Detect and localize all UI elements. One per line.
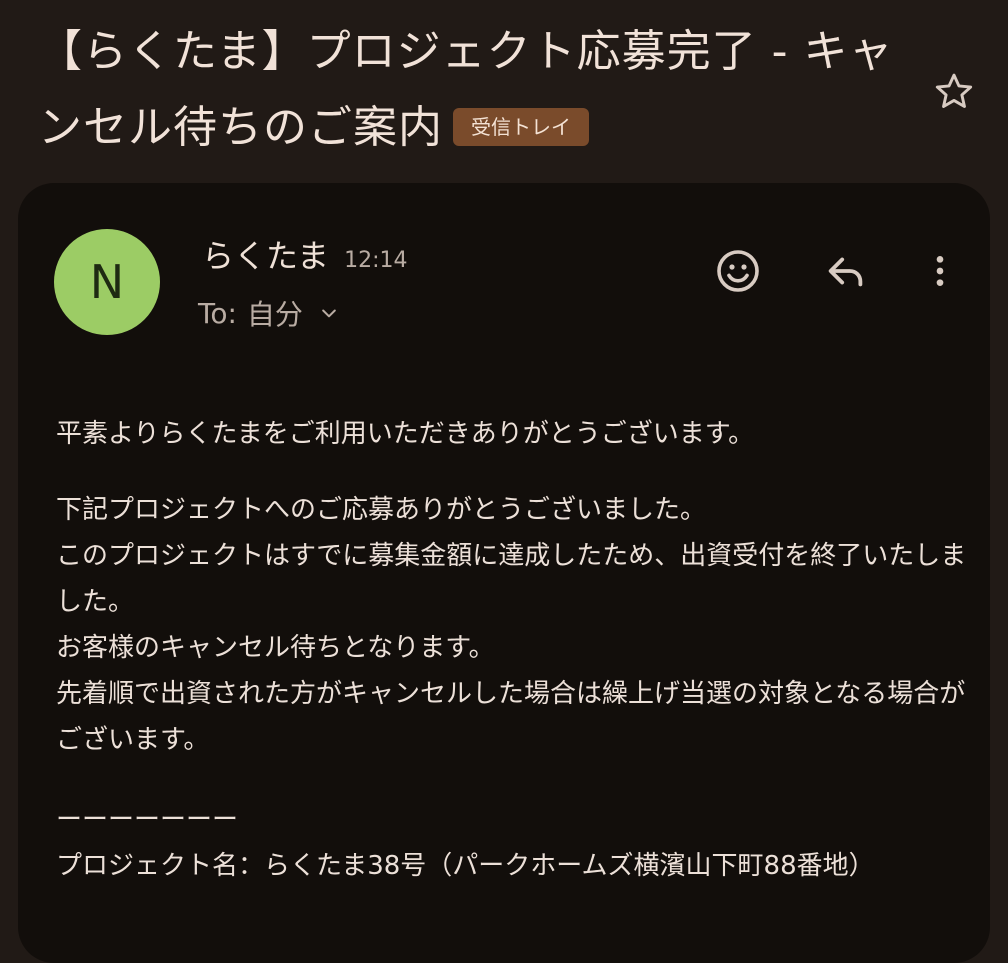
- message-time: 12:14: [344, 248, 408, 273]
- reply-icon[interactable]: [818, 243, 874, 299]
- sender-name[interactable]: らくたま: [202, 237, 329, 275]
- project-name-line: プロジェクト名：らくたま38号（パークホームズ横濱山下町88番地）: [56, 851, 875, 881]
- divider-line: ーーーーーーー: [56, 805, 239, 835]
- inbox-label-badge[interactable]: 受信トレイ: [453, 108, 589, 146]
- to-value: 自分: [246, 298, 303, 331]
- smiley-icon[interactable]: [710, 243, 766, 299]
- message-body: 平素よりらくたまをご利用いただきありがとうございます。 下記プロジェクトへのご応…: [56, 411, 976, 889]
- chevron-down-icon[interactable]: [319, 303, 339, 323]
- more-vertical-icon[interactable]: [912, 243, 968, 299]
- greeting-line: 平素よりらくたまをご利用いただきありがとうございます。: [56, 419, 755, 449]
- to-label: To:: [198, 296, 237, 330]
- sender-avatar[interactable]: N: [54, 229, 160, 335]
- email-subject-row: 【らくたま】プロジェクト応募完了 - キャンセル待ちのご案内 受信トレイ: [38, 14, 918, 166]
- recipient-toggle[interactable]: To: 自分: [198, 293, 339, 333]
- message-card: N らくたま 12:14 To: 自分 平素よりらくたまをご利用いただきありがと…: [18, 183, 990, 963]
- body-line: 下記プロジェクトへのご応募ありがとうございました。: [56, 495, 707, 525]
- body-line: 先着順で出資された方がキャンセルした場合は繰上げ当選の対象となる場合がございます…: [56, 679, 966, 755]
- star-icon[interactable]: [926, 64, 982, 120]
- sender-line: らくたま 12:14: [202, 231, 408, 277]
- body-line: このプロジェクトはすでに募集金額に達成したため、出資受付を終了いたしました。: [56, 541, 967, 617]
- body-line: お客様のキャンセル待ちとなります。: [56, 633, 495, 663]
